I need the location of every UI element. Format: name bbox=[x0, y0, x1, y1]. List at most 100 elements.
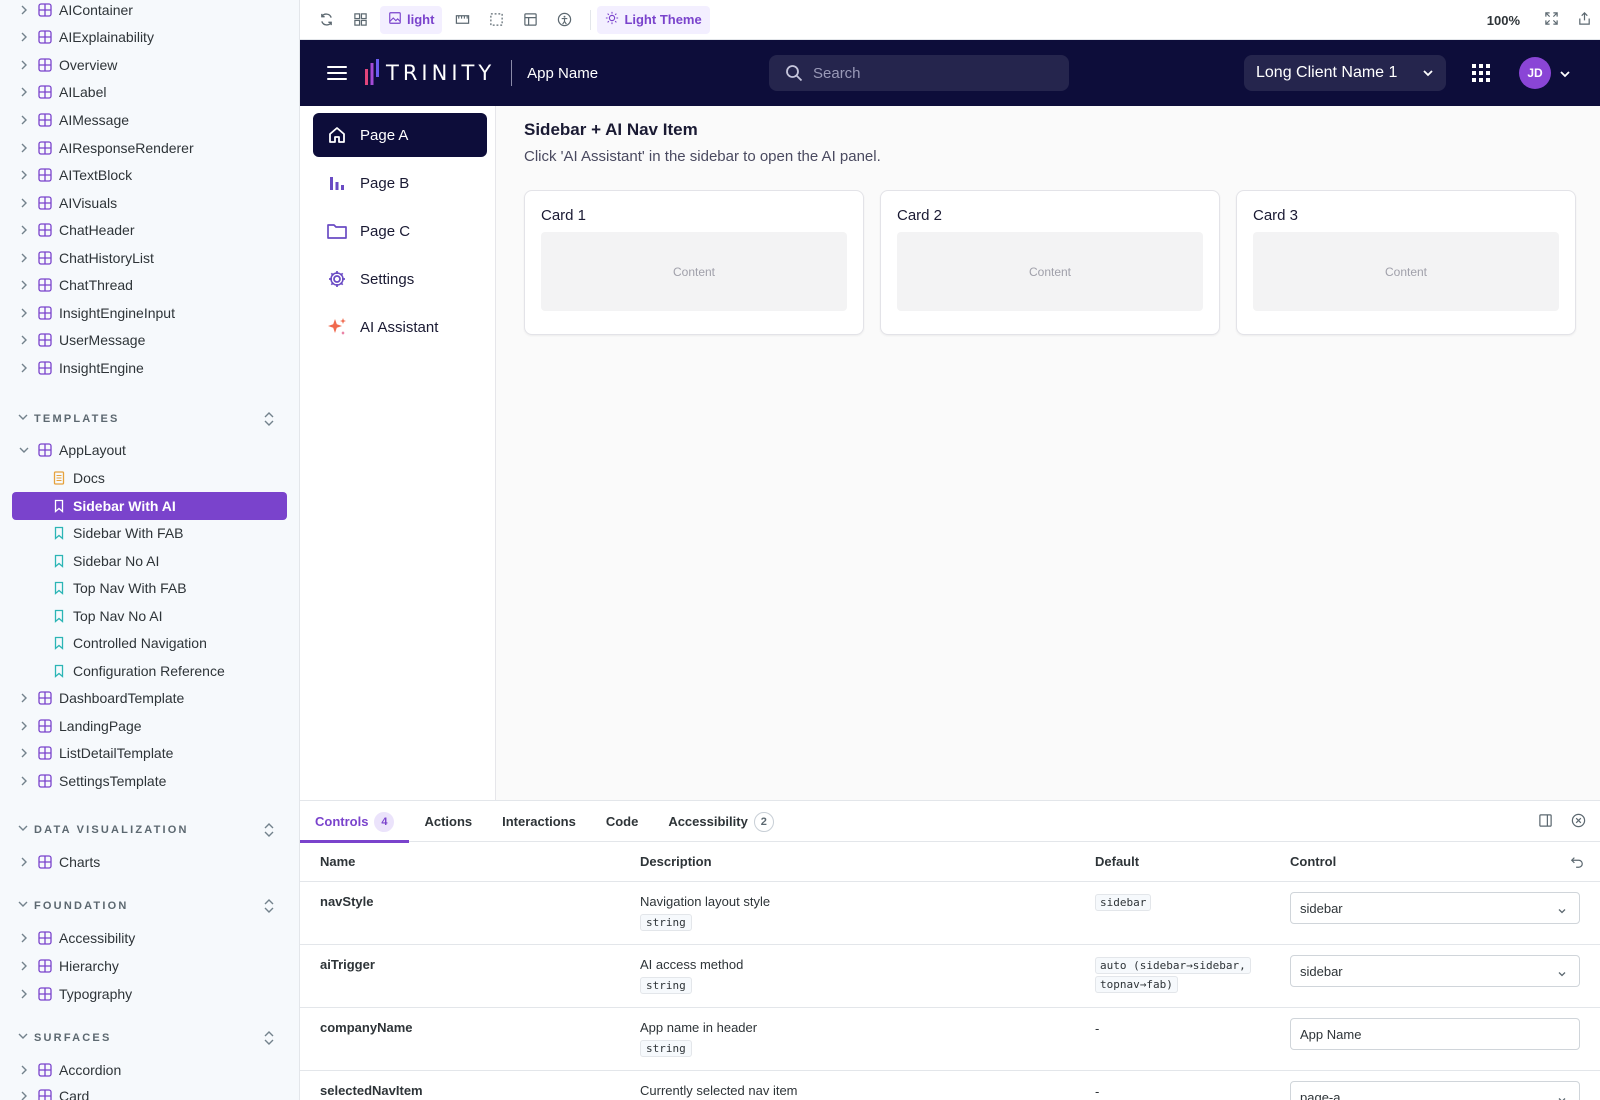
tree-item-card[interactable]: Card bbox=[12, 1083, 287, 1100]
nav-item-page-a[interactable]: Page A bbox=[313, 113, 487, 157]
table-row: selectedNavItem Currently selected nav i… bbox=[300, 1071, 1600, 1100]
tree-item-airesponserenderer[interactable]: AIResponseRenderer bbox=[12, 135, 287, 161]
tree-item-label: DashboardTemplate bbox=[59, 690, 185, 706]
trinity-logo[interactable]: TRINITY bbox=[364, 58, 495, 88]
story-label: Top Nav With FAB bbox=[73, 580, 187, 596]
outline-icon[interactable] bbox=[482, 6, 510, 34]
prop-default: auto (sidebar→sidebar, topnav→fab) bbox=[1095, 956, 1251, 994]
navstyle-select[interactable]: sidebar bbox=[1290, 892, 1580, 924]
nav-item-page-b[interactable]: Page B bbox=[313, 161, 487, 205]
tree-item-aiexplainability[interactable]: AIExplainability bbox=[12, 24, 287, 50]
tree-item-applayout[interactable]: AppLayout bbox=[12, 437, 287, 463]
expand-collapse-icon[interactable] bbox=[261, 1030, 277, 1046]
bookmark-icon bbox=[52, 554, 66, 568]
tree-item-aicontainer[interactable]: AIContainer bbox=[12, 0, 287, 23]
prop-name: aiTrigger bbox=[320, 957, 375, 972]
story-label: Top Nav No AI bbox=[73, 608, 163, 624]
section-title: FOUNDATION bbox=[34, 900, 129, 912]
story-sidebar-with-ai[interactable]: Sidebar With AI bbox=[12, 492, 287, 520]
story-top-nav-with-fab[interactable]: Top Nav With FAB bbox=[12, 575, 287, 601]
nav-item-settings[interactable]: Settings bbox=[313, 257, 487, 301]
search-input[interactable] bbox=[813, 64, 1053, 82]
chevron-right-icon bbox=[18, 362, 30, 374]
panel-orientation-icon[interactable] bbox=[1538, 813, 1553, 831]
reset-icon[interactable] bbox=[1570, 855, 1584, 872]
component-icon bbox=[38, 3, 52, 17]
client-name: Long Client Name 1 bbox=[1256, 64, 1398, 81]
tree-item-chathistorylist[interactable]: ChatHistoryList bbox=[12, 245, 287, 271]
tab-actions[interactable]: Actions bbox=[409, 801, 487, 842]
prop-description: Navigation layout style bbox=[640, 894, 771, 909]
expand-collapse-icon[interactable] bbox=[261, 411, 277, 427]
story-configuration-reference[interactable]: Configuration Reference bbox=[12, 658, 287, 684]
tree-item-chatheader[interactable]: ChatHeader bbox=[12, 217, 287, 243]
prop-name: selectedNavItem bbox=[320, 1083, 423, 1098]
tree-item-accordion[interactable]: Accordion bbox=[12, 1057, 287, 1083]
tab-interactions[interactable]: Interactions bbox=[487, 801, 591, 842]
section-data-visualization[interactable]: DATA VISUALIZATION bbox=[12, 818, 287, 842]
tree-item-typography[interactable]: Typography bbox=[12, 981, 287, 1007]
tree-item-listdetailtemplate[interactable]: ListDetailTemplate bbox=[12, 740, 287, 766]
tree-item-aivisuals[interactable]: AIVisuals bbox=[12, 190, 287, 216]
tree-item-aitextblock[interactable]: AITextBlock bbox=[12, 162, 287, 188]
tree-item-ailabel[interactable]: AILabel bbox=[12, 79, 287, 105]
tab-accessibility[interactable]: Accessibility 2 bbox=[653, 801, 789, 842]
component-icon bbox=[38, 987, 52, 1001]
expand-collapse-icon[interactable] bbox=[261, 898, 277, 914]
app-switcher-icon[interactable] bbox=[1472, 64, 1490, 82]
tree-item-insightengine[interactable]: InsightEngine bbox=[12, 355, 287, 381]
companyname-input[interactable] bbox=[1290, 1018, 1580, 1050]
chevron-right-icon bbox=[18, 31, 30, 43]
share-icon[interactable] bbox=[1577, 11, 1592, 29]
chevron-right-icon bbox=[18, 988, 30, 1000]
story-sidebar-no-ai[interactable]: Sidebar No AI bbox=[12, 548, 287, 574]
nav-item-page-c[interactable]: Page C bbox=[313, 209, 487, 253]
tab-controls[interactable]: Controls 4 bbox=[300, 801, 410, 843]
chevron-right-icon bbox=[18, 856, 30, 868]
expand-collapse-icon[interactable] bbox=[261, 822, 277, 838]
story-label: Sidebar No AI bbox=[73, 553, 160, 569]
grid-icon[interactable] bbox=[346, 6, 374, 34]
section-foundation[interactable]: FOUNDATION bbox=[12, 894, 287, 918]
tree-item-label: Card bbox=[59, 1088, 90, 1100]
tree-item-aimessage[interactable]: AIMessage bbox=[12, 107, 287, 133]
component-icon bbox=[38, 959, 52, 973]
zoom-level[interactable]: 100% bbox=[1487, 13, 1520, 28]
tree-item-chatthread[interactable]: ChatThread bbox=[12, 272, 287, 298]
story-docs[interactable]: Docs bbox=[12, 465, 287, 491]
selectednavitem-select[interactable]: page-a bbox=[1290, 1081, 1580, 1100]
fullscreen-icon[interactable] bbox=[1544, 11, 1559, 29]
story-top-nav-no-ai[interactable]: Top Nav No AI bbox=[12, 603, 287, 629]
tree-item-charts[interactable]: Charts bbox=[12, 849, 287, 875]
theme-toggle[interactable]: Light Theme bbox=[597, 5, 710, 34]
client-selector[interactable]: Long Client Name 1 bbox=[1244, 55, 1446, 91]
hamburger-menu-icon[interactable] bbox=[327, 65, 349, 81]
tree-item-hierarchy[interactable]: Hierarchy bbox=[12, 953, 287, 979]
viewport-icon[interactable] bbox=[516, 6, 544, 34]
chevron-down-icon bbox=[18, 824, 30, 836]
chevron-down-icon[interactable] bbox=[1559, 67, 1571, 83]
close-icon[interactable] bbox=[1571, 813, 1586, 831]
story-sidebar-with-fab[interactable]: Sidebar With FAB bbox=[12, 520, 287, 546]
avatar[interactable]: JD bbox=[1519, 57, 1551, 89]
bookmark-icon bbox=[52, 581, 66, 595]
story-controlled-navigation[interactable]: Controlled Navigation bbox=[12, 630, 287, 656]
tree-item-accessibility[interactable]: Accessibility bbox=[12, 925, 287, 951]
reload-icon[interactable] bbox=[312, 6, 340, 34]
section-templates[interactable]: TEMPLATES bbox=[12, 407, 287, 431]
section-surfaces[interactable]: SURFACES bbox=[12, 1026, 287, 1050]
tree-item-settingstemplate[interactable]: SettingsTemplate bbox=[12, 768, 287, 794]
nav-item-ai-assistant[interactable]: AI Assistant bbox=[313, 305, 487, 349]
tree-item-dashboardtemplate[interactable]: DashboardTemplate bbox=[12, 685, 287, 711]
tree-item-insightengineinput[interactable]: InsightEngineInput bbox=[12, 300, 287, 326]
chevron-right-icon bbox=[18, 720, 30, 732]
tab-code[interactable]: Code bbox=[591, 801, 654, 842]
tree-item-landingpage[interactable]: LandingPage bbox=[12, 713, 287, 739]
ruler-icon[interactable] bbox=[448, 6, 476, 34]
background-toggle[interactable]: light bbox=[380, 5, 443, 34]
aitrigger-select[interactable]: sidebar bbox=[1290, 955, 1580, 987]
tree-item-overview[interactable]: Overview bbox=[12, 52, 287, 78]
accessibility-icon[interactable] bbox=[550, 6, 578, 34]
tree-item-usermessage[interactable]: UserMessage bbox=[12, 327, 287, 353]
card: Card 3 Content bbox=[1236, 190, 1576, 335]
